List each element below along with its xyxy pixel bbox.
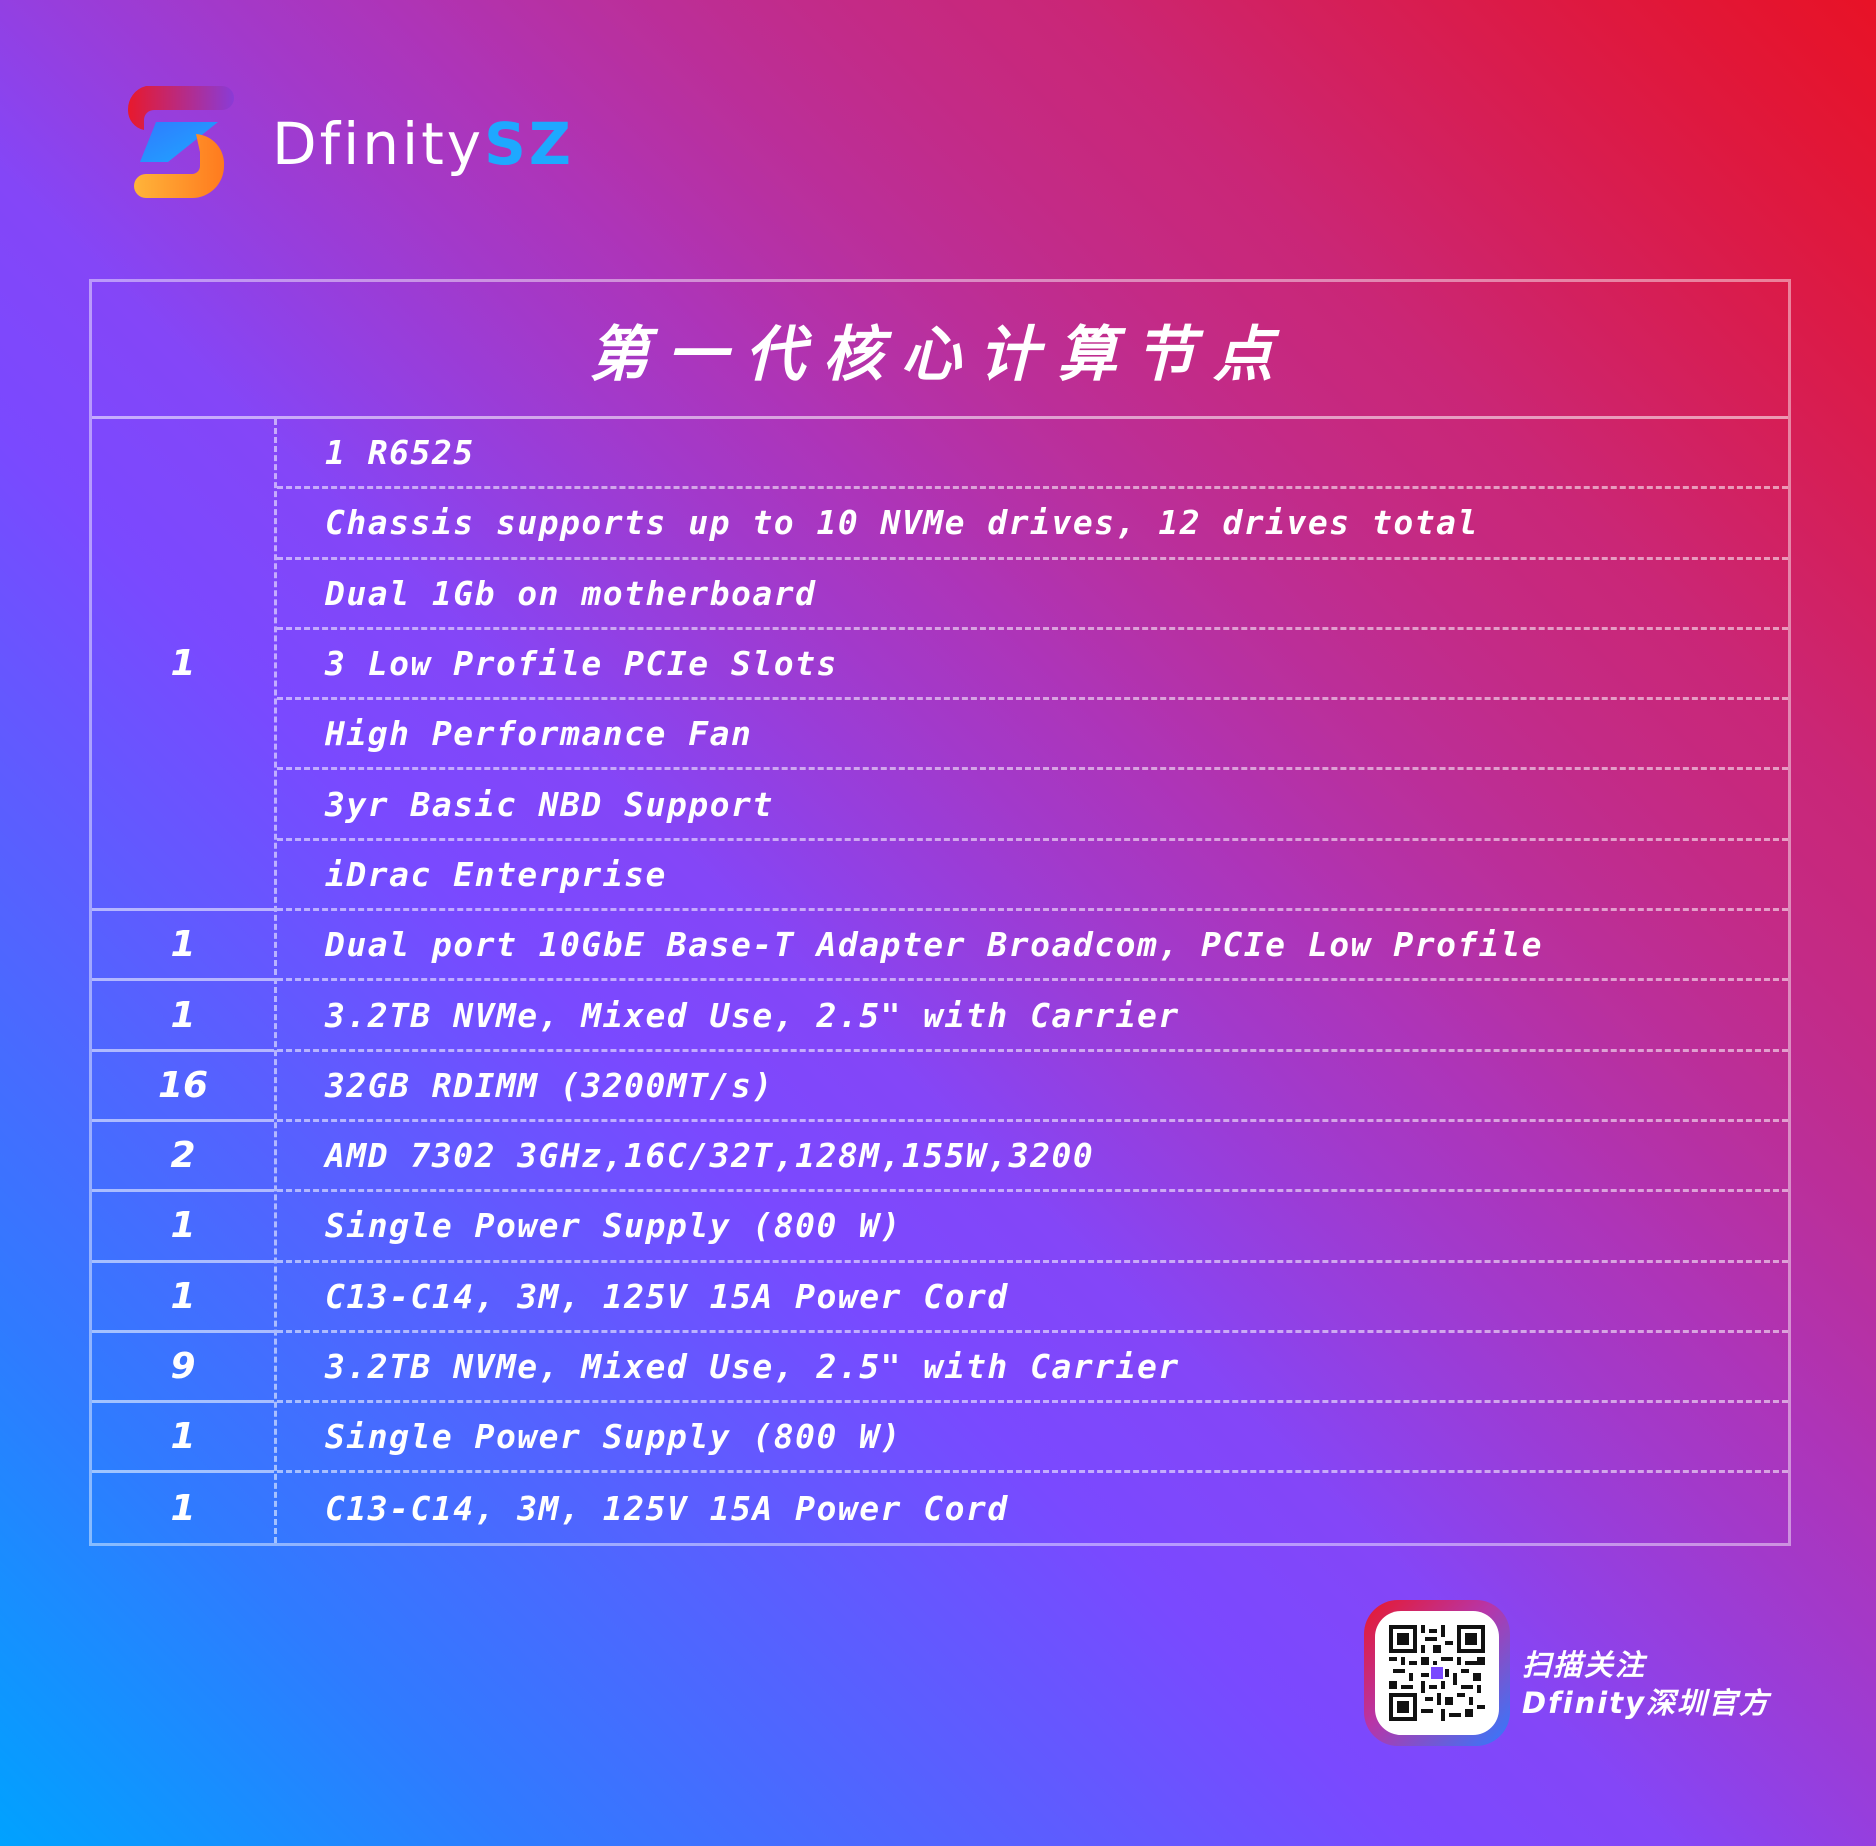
table-row: Chassis supports up to 10 NVMe drives, 1…	[277, 489, 1788, 560]
quantity-cell: 16	[92, 1052, 274, 1122]
quantity-cell: 1	[92, 1192, 274, 1263]
logo-icon	[127, 86, 234, 198]
item-description: 1 R6525	[325, 433, 475, 473]
table-row: 3 Low Profile PCIe Slots	[277, 630, 1788, 701]
item-description: 3 Low Profile PCIe Slots	[325, 644, 838, 684]
brand-name: DfinitySZ	[272, 110, 574, 178]
item-description: C13-C14, 3M, 125V 15A Power Cord	[325, 1276, 1009, 1316]
item-description: Dual port 10GbE Base-T Adapter Broadcom,…	[325, 925, 1543, 965]
quantity-cell: 1	[92, 1403, 274, 1474]
item-description: AMD 7302 3GHz,16C/32T,128M,155W,3200	[325, 1136, 1095, 1176]
table-body: 1 1 1 16 2 1 1 9 1 1 1 R6525 Chassis supports up t…	[92, 419, 1788, 1543]
quantity-cell: 9	[92, 1333, 274, 1404]
table-title: 第一代核心计算节点	[589, 319, 1291, 390]
item-description: C13-C14, 3M, 125V 15A Power Cord	[325, 1489, 1009, 1529]
table-row: C13-C14, 3M, 125V 15A Power Cord	[277, 1263, 1788, 1333]
table-row: 3yr Basic NBD Support	[277, 771, 1788, 841]
quantity-cell: 1	[92, 911, 274, 982]
item-description: 32GB RDIMM (3200MT/s)	[325, 1065, 774, 1105]
follow-label: 扫描关注	[1522, 1648, 1647, 1682]
table-row: Dual port 10GbE Base-T Adapter Broadcom,…	[277, 911, 1788, 982]
item-description: Chassis supports up to 10 NVMe drives, 1…	[325, 503, 1479, 543]
quantity-cell: 1	[92, 1263, 274, 1333]
qr-frame	[1364, 1600, 1510, 1746]
follow-block: 扫描关注 Dfinity深圳官方	[1364, 1600, 1804, 1750]
brand-name-suffix: SZ	[484, 110, 574, 178]
table-row: 32GB RDIMM (3200MT/s)	[277, 1052, 1788, 1122]
item-description: iDrac Enterprise	[325, 854, 667, 894]
item-description: Single Power Supply (800 W)	[325, 1417, 902, 1457]
table-row: High Performance Fan	[277, 700, 1788, 771]
table-row: Single Power Supply (800 W)	[277, 1403, 1788, 1474]
item-description: 3.2TB NVMe, Mixed Use, 2.5" with Carrier	[325, 1347, 1180, 1387]
item-description: Single Power Supply (800 W)	[325, 1206, 902, 1246]
quantity-cell: 2	[92, 1122, 274, 1193]
qr-code[interactable]	[1375, 1611, 1499, 1735]
table-header: 第一代核心计算节点	[92, 282, 1788, 419]
brand-name-prefix: Dfinity	[272, 110, 485, 178]
spec-table: 第一代核心计算节点 1 1 1 16 2 1 1 9 1 1 1 R6525 Chassis sup…	[89, 279, 1791, 1546]
item-description: High Performance Fan	[325, 714, 753, 754]
table-row: iDrac Enterprise	[277, 841, 1788, 912]
quantity-cell: 1	[92, 419, 274, 912]
table-row: C13-C14, 3M, 125V 15A Power Cord	[277, 1474, 1788, 1544]
brand-logo: DfinitySZ	[126, 82, 571, 202]
table-row: 3.2TB NVMe, Mixed Use, 2.5" with Carrier	[277, 1333, 1788, 1404]
follow-account: Dfinity深圳官方	[1522, 1686, 1770, 1720]
table-row: AMD 7302 3GHz,16C/32T,128M,155W,3200	[277, 1122, 1788, 1193]
item-description: Dual 1Gb on motherboard	[325, 573, 817, 613]
table-row: Single Power Supply (800 W)	[277, 1192, 1788, 1263]
item-description: 3yr Basic NBD Support	[325, 784, 774, 824]
quantity-cell: 1	[92, 981, 274, 1052]
item-description: 3.2TB NVMe, Mixed Use, 2.5" with Carrier	[325, 995, 1180, 1035]
table-row: Dual 1Gb on motherboard	[277, 560, 1788, 630]
qr-code-icon	[1389, 1625, 1485, 1721]
quantity-cell: 1	[170, 1488, 196, 1530]
table-row: 1 R6525	[277, 419, 1788, 490]
table-row: 3.2TB NVMe, Mixed Use, 2.5" with Carrier	[277, 981, 1788, 1052]
quantity-column: 1 1 1 16 2 1 1 9 1 1	[92, 419, 274, 1543]
